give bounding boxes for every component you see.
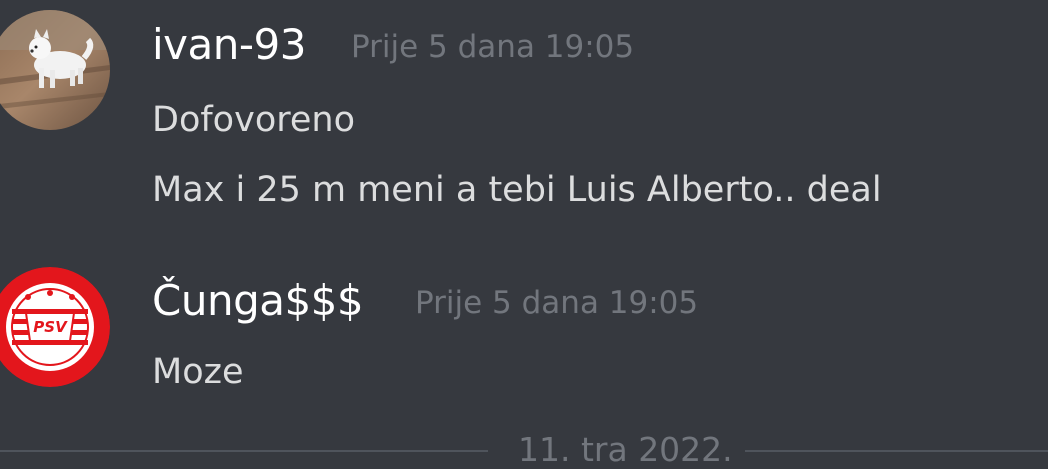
psv-logo-text: PSV [33,318,68,336]
message-text: Moze [152,352,244,392]
dog-photo-avatar-icon [0,10,110,130]
date-divider-label: 11. tra 2022. [518,430,733,469]
author-name[interactable]: ivan-93 [152,24,306,66]
divider-line-right [745,450,1048,452]
author-name[interactable]: Čunga$$$ [152,280,364,322]
psv-logo-avatar-icon: PSV [0,267,110,387]
avatar-ivan-93[interactable] [0,10,110,130]
message-text: Max i 25 m meni a tebi Luis Alberto.. de… [152,170,882,210]
message-text: Dofovoreno [152,100,355,140]
avatar-cunga[interactable]: PSV [0,267,110,387]
message-timestamp: Prije 5 dana 19:05 [351,29,635,65]
divider-line-left [0,450,488,452]
message-timestamp: Prije 5 dana 19:05 [415,285,699,321]
